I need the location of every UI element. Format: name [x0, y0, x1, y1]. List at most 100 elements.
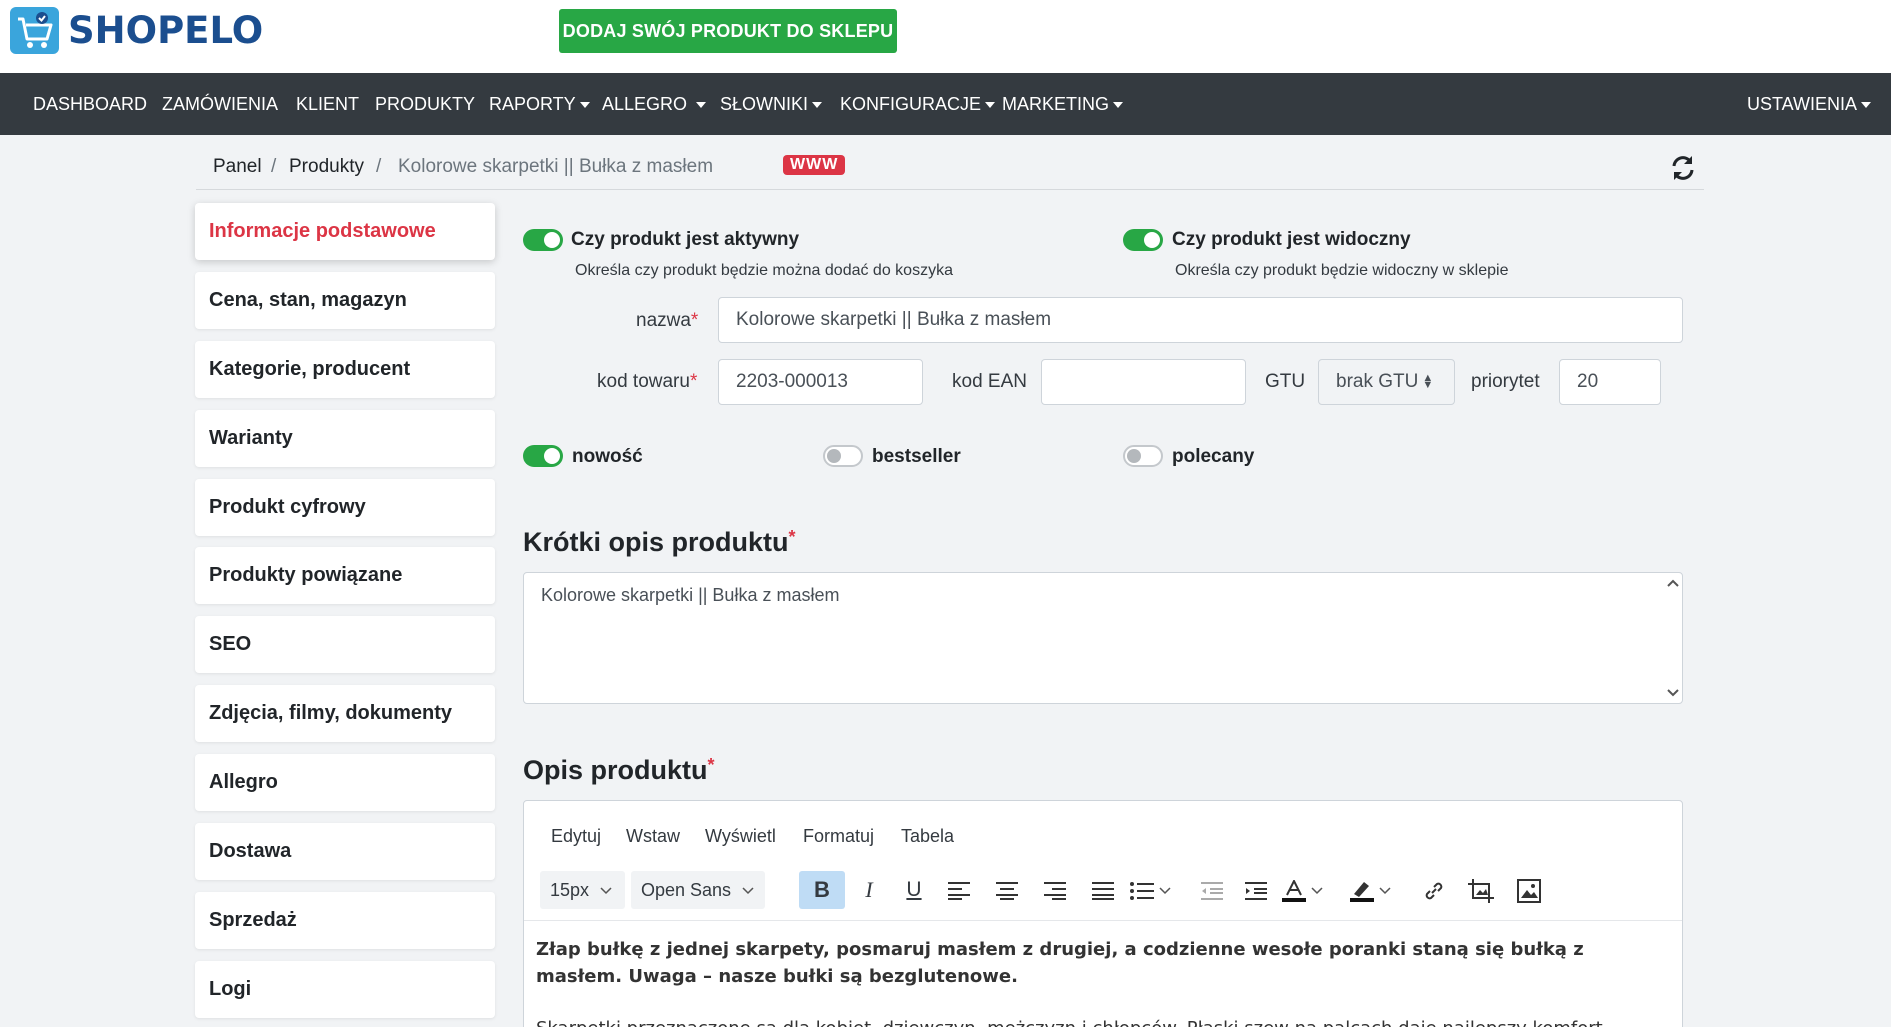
- italic-button[interactable]: I: [849, 871, 889, 909]
- nav-label: ZAMÓWIENIA: [162, 94, 278, 114]
- www-badge[interactable]: WWW: [783, 155, 846, 175]
- sidebar-item-logs[interactable]: Logi: [195, 961, 495, 1018]
- bullet-list-icon: [1130, 882, 1154, 901]
- active-toggle[interactable]: [523, 229, 563, 251]
- indent-button[interactable]: [1236, 871, 1276, 909]
- breadcrumb-products[interactable]: Produkty: [289, 156, 364, 178]
- nav-client[interactable]: KLIENT: [296, 73, 359, 135]
- highlight-button[interactable]: [1350, 871, 1408, 909]
- sidebar-item-seo[interactable]: SEO: [195, 616, 495, 673]
- caret-down-icon: [812, 102, 823, 109]
- scroll-down-icon[interactable]: [1667, 689, 1679, 697]
- nav-dashboard[interactable]: DASHBOARD: [33, 73, 147, 135]
- align-center-icon: [996, 882, 1018, 901]
- font-size-value: 15px: [550, 880, 590, 900]
- refresh-icon[interactable]: [1668, 153, 1698, 183]
- chevron-down-icon: [1159, 887, 1171, 895]
- short-desc-text: Kolorowe skarpetki || Bułka z masłem: [541, 585, 840, 605]
- sidebar-item-price-stock[interactable]: Cena, stan, magazyn: [195, 272, 495, 329]
- name-input[interactable]: Kolorowe skarpetki || Bułka z masłem: [718, 297, 1683, 343]
- image-icon: [1517, 879, 1541, 904]
- ean-input[interactable]: [1041, 359, 1246, 405]
- caret-down-icon: [985, 102, 996, 109]
- nav-settings[interactable]: USTAWIENIA: [1747, 73, 1872, 135]
- caret-down-icon: [579, 102, 590, 109]
- nav-label: ALLEGRO: [602, 94, 688, 114]
- short-desc-textarea[interactable]: Kolorowe skarpetki || Bułka z masłem: [523, 572, 1683, 704]
- sidebar-item-digital-product[interactable]: Produkt cyfrowy: [195, 479, 495, 536]
- code-input[interactable]: 2203-000013: [718, 359, 923, 405]
- brand-logo[interactable]: SHOPELO: [10, 7, 263, 54]
- breadcrumb-current: Kolorowe skarpetki || Bułka z masłem: [398, 156, 714, 177]
- nav-marketing[interactable]: MARKETING: [1002, 73, 1124, 135]
- top-bar: SHOPELO DODAJ SWÓJ PRODUKT DO SKLEPU: [0, 0, 1891, 73]
- gtu-select[interactable]: brak GTU ▲ ▼: [1318, 359, 1455, 405]
- visible-toggle-label: Czy produkt jest widoczny: [1172, 229, 1411, 250]
- main-nav: DASHBOARD ZAMÓWIENIA KLIENT PRODUKTY RAP…: [0, 73, 1891, 135]
- menu-format[interactable]: Formatuj: [803, 826, 874, 847]
- priority-label: priorytet: [1471, 371, 1540, 392]
- bold-button[interactable]: B: [799, 871, 845, 909]
- nav-allegro[interactable]: ALLEGRO: [602, 73, 707, 135]
- justify-icon: [1092, 882, 1114, 901]
- text-color-button[interactable]: [1282, 871, 1340, 909]
- font-family-select[interactable]: Open Sans: [631, 871, 765, 909]
- justify-button[interactable]: [1083, 871, 1123, 909]
- highlighter-icon: [1350, 882, 1374, 903]
- insert-image-button[interactable]: [1509, 871, 1549, 909]
- nav-label: DASHBOARD: [33, 94, 148, 114]
- required-mark: *: [788, 527, 796, 547]
- menu-view[interactable]: Wyświetl: [705, 826, 776, 847]
- align-left-button[interactable]: [939, 871, 979, 909]
- sidebar-item-variants[interactable]: Warianty: [195, 410, 495, 467]
- caret-down-icon: [696, 102, 707, 109]
- sidebar-item-sales[interactable]: Sprzedaż: [195, 892, 495, 949]
- sidebar-item-allegro[interactable]: Allegro: [195, 754, 495, 811]
- nav-configurations[interactable]: KONFIGURACJE: [840, 73, 996, 135]
- desc-heading: Opis produktu*: [523, 755, 715, 786]
- menu-edit[interactable]: Edytuj: [551, 826, 601, 847]
- sidebar-item-delivery[interactable]: Dostawa: [195, 823, 495, 880]
- font-size-select[interactable]: 15px: [540, 871, 625, 909]
- nav-products[interactable]: PRODUKTY: [375, 73, 475, 135]
- link-icon: [1425, 882, 1443, 900]
- nav-reports[interactable]: RAPORTY: [489, 73, 590, 135]
- font-family-value: Open Sans: [641, 880, 732, 900]
- underline-button[interactable]: U: [894, 871, 934, 909]
- sidebar-item-basic-info[interactable]: Informacje podstawowe: [195, 203, 495, 260]
- menu-table[interactable]: Tabela: [901, 826, 954, 847]
- chevron-down-icon: [742, 887, 754, 895]
- menu-insert[interactable]: Wstaw: [626, 826, 680, 847]
- align-center-button[interactable]: [987, 871, 1027, 909]
- sidebar-item-related-products[interactable]: Produkty powiązane: [195, 547, 495, 604]
- visible-toggle[interactable]: [1123, 229, 1163, 251]
- editor-content[interactable]: Złap bułkę z jednej skarpety, posmaruj m…: [536, 936, 1676, 1027]
- bestseller-toggle[interactable]: [823, 445, 863, 467]
- sidebar-item-media[interactable]: Zdjęcia, filmy, dokumenty: [195, 685, 495, 742]
- gtu-label: GTU: [1265, 371, 1306, 392]
- recommended-toggle[interactable]: [1123, 445, 1163, 467]
- required-mark: *: [690, 310, 699, 331]
- nav-label: KONFIGURACJE: [840, 94, 982, 114]
- scroll-up-icon[interactable]: [1667, 579, 1679, 587]
- nav-label: MARKETING: [1002, 94, 1110, 114]
- new-toggle[interactable]: [523, 445, 563, 467]
- outdent-button[interactable]: [1192, 871, 1232, 909]
- nav-orders[interactable]: ZAMÓWIENIA: [162, 73, 278, 135]
- desc-title: Opis produktu: [523, 755, 708, 785]
- nav-dictionaries[interactable]: SŁOWNIKI: [720, 73, 823, 135]
- breadcrumb: Panel / Produkty / Kolorowe skarpetki ||…: [196, 150, 1704, 190]
- caret-down-icon: [1113, 102, 1124, 109]
- active-toggle-label: Czy produkt jest aktywny: [571, 229, 800, 250]
- align-right-button[interactable]: [1035, 871, 1075, 909]
- crop-button[interactable]: [1461, 871, 1501, 909]
- sidebar-item-categories[interactable]: Kategorie, producent: [195, 341, 495, 398]
- link-button[interactable]: [1414, 871, 1454, 909]
- bullet-list-button[interactable]: [1130, 871, 1186, 909]
- textarea-scrollbar[interactable]: [1664, 575, 1680, 701]
- text-color-icon: [1282, 879, 1306, 903]
- priority-input[interactable]: 20: [1559, 359, 1661, 405]
- caret-down-icon: [1861, 102, 1872, 109]
- breadcrumb-panel[interactable]: Panel: [213, 156, 262, 178]
- add-product-button[interactable]: DODAJ SWÓJ PRODUKT DO SKLEPU: [559, 9, 897, 53]
